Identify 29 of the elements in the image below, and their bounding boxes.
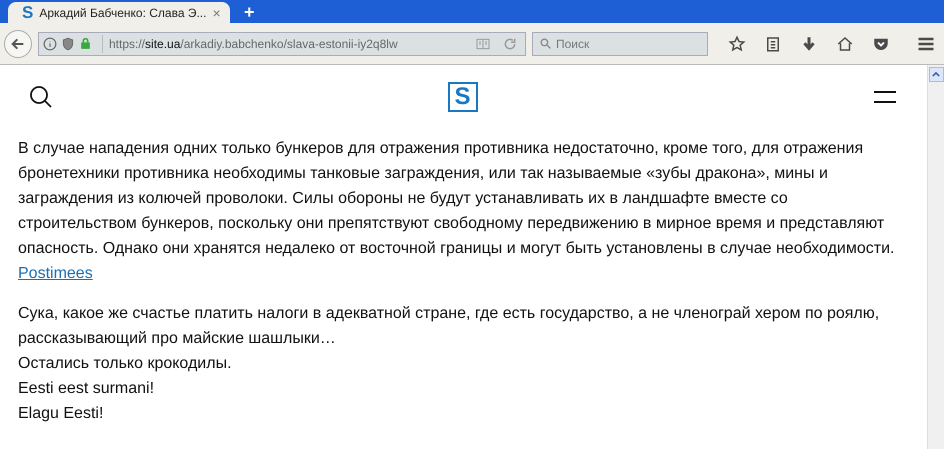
- browser-tab[interactable]: S Аркадий Бабченко: Слава Э... ×: [8, 2, 230, 23]
- close-tab-button[interactable]: ×: [212, 6, 221, 20]
- clipboard-list-icon[interactable]: [764, 34, 782, 52]
- shield-icon[interactable]: [61, 36, 75, 50]
- info-icon[interactable]: [43, 36, 57, 50]
- favicon: S: [22, 4, 34, 21]
- search-icon: [539, 37, 552, 50]
- paragraph: Elagu Eesti!: [18, 404, 104, 424]
- search-icon[interactable]: [29, 84, 53, 108]
- paragraph: Eesti eest surmani!: [18, 379, 156, 399]
- source-link[interactable]: Postimees: [18, 265, 93, 282]
- back-arrow-icon: [10, 36, 26, 52]
- url-text: https://site.ua/arkadiy.babchenko/slava-estonii-iy2q8lw: [102, 34, 398, 52]
- tab-title: Аркадий Бабченко: Слава Э...: [39, 4, 206, 22]
- new-tab-button[interactable]: +: [244, 3, 255, 21]
- site-logo[interactable]: S: [448, 82, 478, 112]
- address-bar[interactable]: https://site.ua/arkadiy.babchenko/slava-estonii-iy2q8lw: [38, 32, 526, 56]
- search-field[interactable]: Поиск: [532, 32, 708, 56]
- scroll-up-button[interactable]: [928, 67, 944, 82]
- caret-up-icon: [932, 72, 940, 77]
- menu-icon[interactable]: [872, 88, 898, 104]
- search-placeholder: Поиск: [556, 36, 590, 52]
- paragraph: Сука, какое же счастье платить налоги в адекватной стране, где есть государство, а не членограй хером по роялю, рассказывающий про майские шашлыки…: [18, 304, 880, 349]
- scrollbar[interactable]: [927, 65, 944, 449]
- home-icon[interactable]: [836, 34, 854, 52]
- bookmark-star-icon[interactable]: [728, 34, 746, 52]
- paragraph: В случае нападения одних только бункеров для отражения противника недостаточно, кроме того, для отражения бронетехники противника необходимы танковые заграждения, или так называемые «зубы дракона», мины и заграждения из колючей проволоки. Силы обороны не будут устанавливать их в ландшафте вместе со строительством бункеров, поскольку они препятствуют свободному передвижению в мирное время и представляют опасность. Однако они хранятся недалеко от восточной границы и могут быть установлены в случае необходимости.: [18, 139, 896, 259]
- paragraph: Остались только крокодилы.: [18, 354, 233, 374]
- back-button[interactable]: [4, 30, 32, 58]
